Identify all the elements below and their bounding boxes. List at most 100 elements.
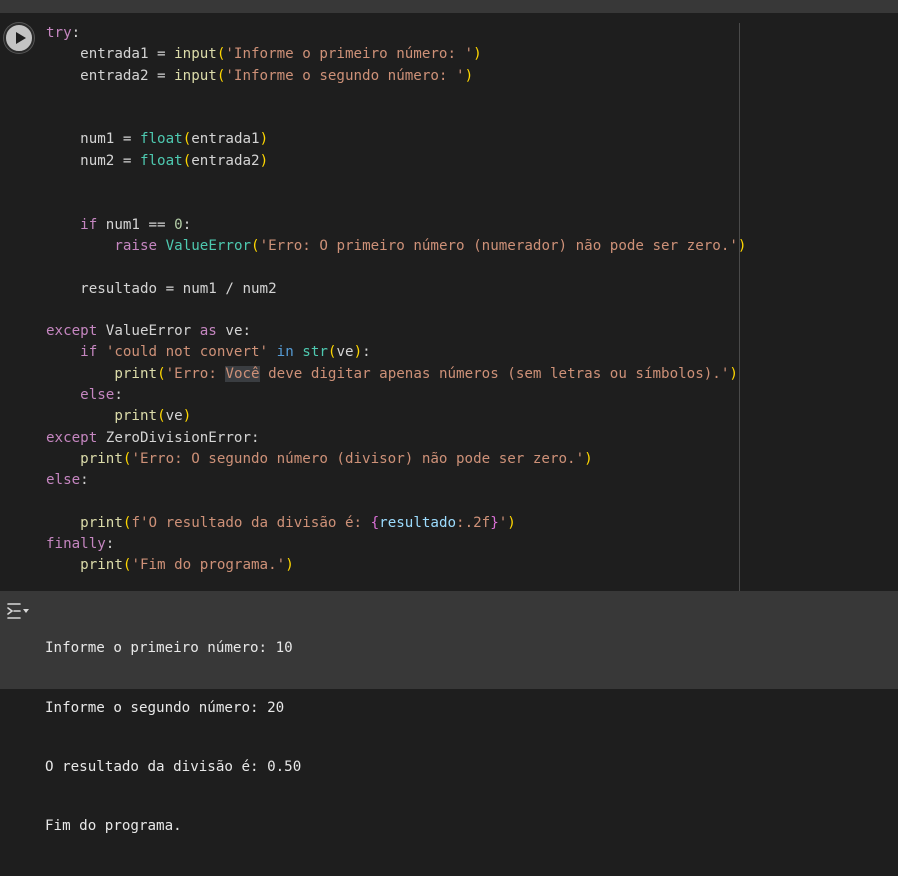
code-line[interactable] — [46, 108, 746, 129]
code-token: if — [80, 216, 98, 233]
code-token: except — [46, 429, 98, 446]
code-token: print — [80, 557, 123, 574]
output-line: Informe o primeiro número: 10 — [45, 640, 293, 657]
code-line[interactable]: else: — [46, 385, 746, 406]
code-line[interactable]: except ValueError as ve: — [46, 321, 746, 342]
code-token: num2 = — [46, 152, 140, 169]
code-token: float — [139, 131, 183, 148]
run-cell-button[interactable] — [4, 23, 34, 53]
code-token: 'Fim do programa.' — [131, 557, 286, 574]
code-line[interactable] — [46, 492, 746, 513]
output-toggle-icon[interactable] — [6, 601, 30, 621]
code-token: ZeroDivisionError: — [97, 429, 260, 446]
code-token: 'Erro: O primeiro número (numerador) não… — [259, 237, 738, 254]
code-token: ValueError — [105, 323, 192, 340]
code-token: try — [46, 25, 72, 41]
code-token: ) — [285, 557, 294, 574]
code-token: in — [276, 344, 294, 361]
code-token: except — [46, 323, 98, 340]
code-token: entrada1 = — [46, 46, 175, 63]
code-token: 'Erro: O segundo número (divisor) não po… — [131, 450, 585, 467]
code-line[interactable]: resultado = num1 / num2 — [46, 279, 746, 300]
code-token: : — [105, 536, 115, 553]
code-token: ( — [157, 408, 166, 425]
code-token: str — [302, 344, 328, 361]
code-line[interactable]: print('Fim do programa.') — [46, 555, 746, 576]
code-token: :.2f — [456, 514, 491, 531]
code-token: ) — [259, 152, 269, 169]
code-token: entrada1 — [191, 131, 260, 148]
code-token: : — [71, 25, 81, 41]
code-line[interactable]: entrada1 = input('Informe o primeiro núm… — [46, 44, 746, 65]
code-cell[interactable]: try: entrada1 = input('Informe o primeir… — [0, 13, 898, 591]
code-token: print — [114, 408, 158, 425]
code-line[interactable]: num2 = float(entrada2) — [46, 151, 746, 172]
code-line[interactable]: if num1 == 0: — [46, 215, 746, 236]
code-line[interactable]: print('Erro: O segundo número (divisor) … — [46, 449, 746, 470]
code-token: ) — [584, 450, 593, 467]
output-line: O resultado da divisão é: 0.50 — [45, 758, 302, 775]
code-token: entrada2 — [191, 152, 260, 169]
top-bar — [0, 0, 898, 13]
code-token: finally — [46, 536, 106, 553]
code-token: input — [174, 67, 217, 84]
code-line[interactable]: print(ve) — [46, 406, 746, 427]
code-token: 'Informe o segundo número: ' — [225, 67, 465, 84]
code-line[interactable]: try: — [46, 23, 746, 44]
code-line[interactable] — [46, 172, 746, 193]
code-token: ve — [336, 344, 354, 361]
code-token: : — [80, 472, 89, 489]
output-line: Informe o segundo número: 20 — [45, 699, 285, 716]
code-line[interactable]: finally: — [46, 534, 746, 555]
code-token: float — [139, 152, 183, 169]
code-line[interactable]: entrada2 = input('Informe o segundo núme… — [46, 66, 746, 87]
code-line[interactable]: if 'could not convert' in str(ve): — [46, 342, 746, 363]
code-token: ) — [737, 237, 747, 254]
code-line[interactable]: except ZeroDivisionError: — [46, 428, 746, 449]
code-token: print — [80, 514, 123, 531]
code-token: if — [80, 344, 98, 361]
code-token: ValueError — [165, 237, 252, 254]
code-token: input — [174, 46, 217, 63]
code-token: deve digitar apenas números (sem letras … — [259, 365, 730, 382]
code-token: ' — [498, 514, 508, 531]
code-token: ) — [464, 67, 474, 84]
code-line[interactable]: raise ValueError('Erro: O primeiro númer… — [46, 236, 746, 257]
code-line[interactable]: print(f'O resultado da divisão é: {resul… — [46, 513, 746, 534]
code-line[interactable] — [46, 300, 746, 321]
output-text: Informe o primeiro número: 10 Informe o … — [45, 600, 301, 876]
code-token: num1 == — [97, 216, 175, 233]
code-line[interactable]: print('Erro: Você deve digitar apenas nú… — [46, 364, 746, 385]
code-token: entrada2 = — [46, 67, 175, 84]
code-token: resultado — [379, 514, 457, 531]
code-line[interactable] — [46, 87, 746, 108]
code-token: { — [370, 514, 380, 531]
code-token: } — [490, 514, 499, 531]
code-line[interactable]: num1 = float(entrada1) — [46, 129, 746, 150]
code-token: ve — [165, 408, 183, 425]
code-line[interactable] — [46, 257, 746, 278]
code-editor[interactable]: try: entrada1 = input('Informe o primeir… — [46, 23, 746, 577]
code-token: num1 = — [46, 131, 140, 148]
code-token: else — [80, 387, 115, 404]
code-token: ) — [353, 344, 363, 361]
code-line[interactable]: else: — [46, 470, 746, 491]
code-token: print — [114, 365, 158, 382]
code-token: ) — [507, 514, 516, 531]
code-token: f'O resultado da divisão é: — [131, 514, 371, 531]
code-line[interactable] — [46, 193, 746, 214]
code-token: ( — [182, 131, 192, 148]
